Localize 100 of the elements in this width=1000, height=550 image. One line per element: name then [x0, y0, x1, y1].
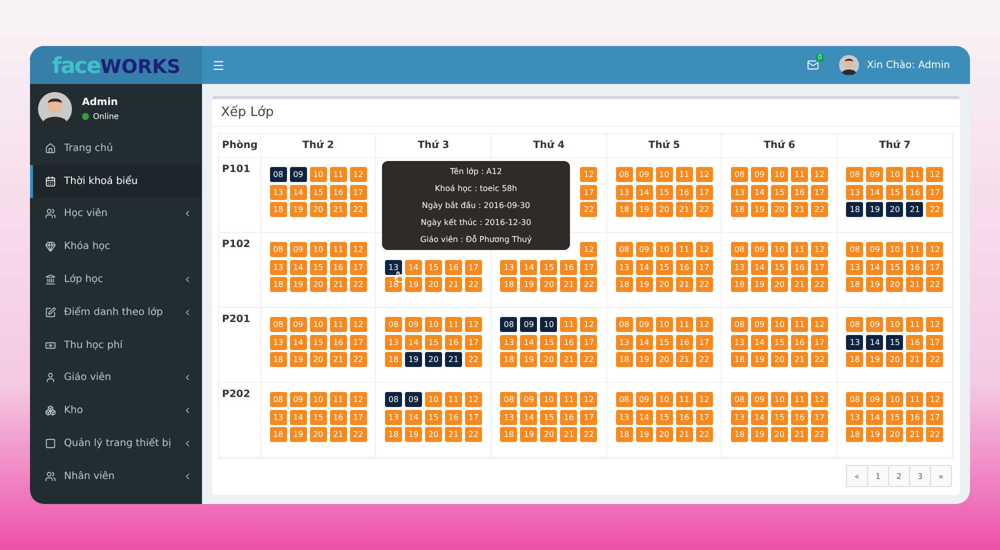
time-slot[interactable]: 10: [656, 317, 673, 332]
time-slot[interactable]: 22: [696, 202, 713, 217]
time-slot[interactable]: 11: [906, 392, 924, 407]
time-slot[interactable]: 18: [384, 277, 402, 292]
sidebar-item[interactable]: Quản lý trang thiết bị: [30, 427, 202, 460]
time-slot[interactable]: 14: [520, 260, 538, 274]
time-slot[interactable]: 13: [270, 260, 287, 274]
time-slot[interactable]: 20: [770, 202, 788, 217]
time-slot[interactable]: 20: [886, 277, 904, 292]
time-slot[interactable]: 21: [906, 277, 924, 292]
time-slot[interactable]: 21: [676, 277, 693, 292]
time-slot[interactable]: 19: [520, 277, 538, 292]
time-slot[interactable]: 20: [540, 352, 558, 367]
time-slot[interactable]: 16: [906, 260, 924, 274]
time-slot[interactable]: 13: [730, 260, 748, 274]
time-slot[interactable]: 20: [770, 277, 788, 292]
time-slot[interactable]: 14: [404, 334, 422, 350]
time-slot[interactable]: 20: [310, 427, 327, 442]
time-slot[interactable]: 15: [770, 410, 788, 424]
time-slot[interactable]: 08: [384, 392, 402, 407]
page-button[interactable]: 2: [888, 465, 910, 487]
time-slot[interactable]: 09: [290, 392, 307, 407]
time-slot[interactable]: 19: [866, 427, 884, 442]
time-slot[interactable]: 10: [886, 167, 904, 182]
time-slot[interactable]: 14: [636, 334, 653, 350]
time-slot[interactable]: 14: [290, 260, 307, 274]
time-slot[interactable]: 10: [886, 242, 904, 257]
time-slot[interactable]: 13: [846, 260, 864, 274]
time-slot[interactable]: 20: [310, 352, 327, 367]
page-button[interactable]: 1: [867, 465, 889, 487]
time-slot[interactable]: 12: [696, 242, 713, 257]
time-slot[interactable]: 11: [444, 317, 462, 332]
time-slot[interactable]: 21: [560, 427, 578, 442]
time-slot[interactable]: 18: [616, 352, 633, 367]
time-slot[interactable]: 17: [464, 410, 482, 424]
time-slot[interactable]: 18: [384, 352, 402, 367]
time-slot[interactable]: 21: [676, 352, 693, 367]
time-slot[interactable]: 09: [866, 317, 884, 332]
time-slot[interactable]: 22: [350, 202, 367, 217]
time-slot[interactable]: 08: [384, 317, 402, 332]
time-slot[interactable]: 16: [676, 184, 693, 200]
time-slot[interactable]: 16: [790, 260, 808, 274]
time-slot[interactable]: 20: [310, 277, 327, 292]
page-button[interactable]: 3: [909, 465, 931, 487]
time-slot[interactable]: 11: [676, 317, 693, 332]
time-slot[interactable]: 18: [500, 352, 518, 367]
time-slot[interactable]: 15: [310, 410, 327, 424]
time-slot[interactable]: 19: [290, 427, 307, 442]
time-slot[interactable]: 10: [770, 317, 788, 332]
time-slot[interactable]: 19: [404, 427, 422, 442]
time-slot[interactable]: 21: [906, 427, 924, 442]
time-slot[interactable]: 18: [384, 427, 402, 442]
time-slot[interactable]: 14: [636, 410, 653, 424]
time-slot[interactable]: 15: [424, 410, 442, 424]
time-slot[interactable]: 20: [424, 352, 442, 367]
page-button[interactable]: »: [930, 465, 952, 487]
time-slot[interactable]: 09: [636, 392, 653, 407]
time-slot[interactable]: 12: [810, 317, 828, 332]
time-slot[interactable]: 20: [770, 352, 788, 367]
time-slot[interactable]: 08: [730, 167, 748, 182]
time-slot[interactable]: 11: [560, 392, 578, 407]
time-slot[interactable]: 08: [846, 317, 864, 332]
time-slot[interactable]: 21: [560, 352, 578, 367]
time-slot[interactable]: 20: [886, 427, 904, 442]
time-slot[interactable]: 15: [770, 260, 788, 274]
time-slot[interactable]: 12: [926, 317, 944, 332]
time-slot[interactable]: 14: [750, 260, 768, 274]
time-slot[interactable]: 10: [310, 317, 327, 332]
time-slot[interactable]: 16: [906, 334, 924, 350]
sidebar-item[interactable]: Thời khoá biểu: [30, 164, 202, 198]
time-slot[interactable]: 21: [906, 352, 924, 367]
sidebar-item[interactable]: Thu học phí: [30, 328, 202, 362]
time-slot[interactable]: 15: [310, 260, 327, 274]
time-slot[interactable]: 14: [404, 410, 422, 424]
time-slot[interactable]: 13: [384, 410, 402, 424]
time-slot[interactable]: 15: [886, 410, 904, 424]
time-slot[interactable]: 20: [656, 277, 673, 292]
time-slot[interactable]: 10: [540, 392, 558, 407]
time-slot[interactable]: 17: [350, 410, 367, 424]
time-slot[interactable]: 15: [886, 184, 904, 200]
time-slot[interactable]: 22: [696, 277, 713, 292]
time-slot[interactable]: 22: [810, 277, 828, 292]
time-slot[interactable]: 21: [560, 277, 578, 292]
time-slot[interactable]: 19: [866, 277, 884, 292]
time-slot[interactable]: 15: [656, 410, 673, 424]
time-slot[interactable]: 12: [580, 392, 598, 407]
time-slot[interactable]: 22: [810, 352, 828, 367]
sidebar-item[interactable]: Giáo viên: [30, 362, 202, 394]
time-slot[interactable]: 12: [350, 167, 367, 182]
time-slot[interactable]: 17: [350, 334, 367, 350]
time-slot[interactable]: 17: [810, 260, 828, 274]
time-slot[interactable]: 12: [350, 317, 367, 332]
time-slot[interactable]: 11: [790, 167, 808, 182]
time-slot[interactable]: 18: [270, 202, 287, 217]
time-slot[interactable]: 15: [424, 334, 442, 350]
time-slot[interactable]: 18: [846, 277, 864, 292]
page-button[interactable]: «: [846, 465, 868, 487]
time-slot[interactable]: 12: [580, 317, 598, 332]
time-slot[interactable]: 13: [730, 334, 748, 350]
time-slot[interactable]: 09: [636, 317, 653, 332]
